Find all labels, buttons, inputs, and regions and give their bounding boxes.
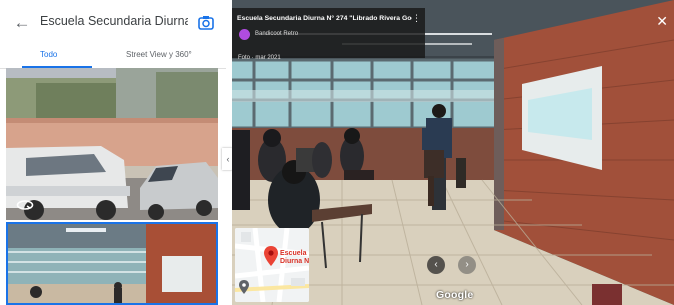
tab-street-view[interactable]: Street View y 360° (126, 50, 192, 59)
viewer-place-title: Escuela Secundaria Diurna N° 274 "Librad… (237, 15, 412, 22)
photo-thumbnail-exterior[interactable] (6, 68, 218, 220)
close-button[interactable]: ✕ (656, 14, 668, 28)
map-pin-icon (264, 246, 278, 266)
author-name[interactable]: Bandicoot Retro (255, 31, 298, 37)
next-photo-button[interactable]: › (458, 256, 476, 274)
camera-icon (198, 16, 214, 30)
expand-map-icon[interactable] (238, 280, 250, 294)
minimap[interactable]: Escuela Diurna N° (235, 228, 309, 302)
street-view-viewer[interactable]: Escuela Secundaria Diurna N° 274 "Librad… (232, 0, 674, 305)
photo-date: Foto · mar 2021 (238, 55, 281, 61)
panel-header: ← Escuela Secundaria Diurna N° 27... (0, 0, 226, 46)
photo-tabs: Todo Street View y 360° (0, 46, 226, 69)
rotate-360-icon (16, 200, 34, 210)
map-place-label: Escuela Diurna N° (280, 250, 309, 265)
tab-all[interactable]: Todo (40, 50, 57, 59)
chevron-right-icon: › (465, 259, 469, 270)
author-avatar[interactable] (239, 29, 250, 40)
place-info-card[interactable]: Escuela Secundaria Diurna N° 274 "Librad… (232, 8, 425, 61)
exterior-photo (6, 68, 218, 220)
close-icon: ✕ (656, 13, 668, 29)
photos-panel: ← Escuela Secundaria Diurna N° 27... Tod… (0, 0, 226, 305)
classroom-photo (6, 222, 218, 305)
google-watermark: Google (436, 289, 474, 301)
add-photo-button[interactable] (196, 13, 216, 33)
arrow-back-icon: ← (13, 13, 31, 32)
chevron-left-icon: ‹ (226, 154, 230, 164)
back-button[interactable]: ← (12, 13, 32, 33)
place-title: Escuela Secundaria Diurna N° 27... (40, 14, 188, 28)
more-vert-icon[interactable]: ⋮ (412, 13, 421, 24)
chevron-left-icon: ‹ (434, 259, 438, 270)
previous-photo-button[interactable]: ‹ (427, 256, 445, 274)
photo-thumbnail-classroom[interactable] (6, 222, 218, 305)
